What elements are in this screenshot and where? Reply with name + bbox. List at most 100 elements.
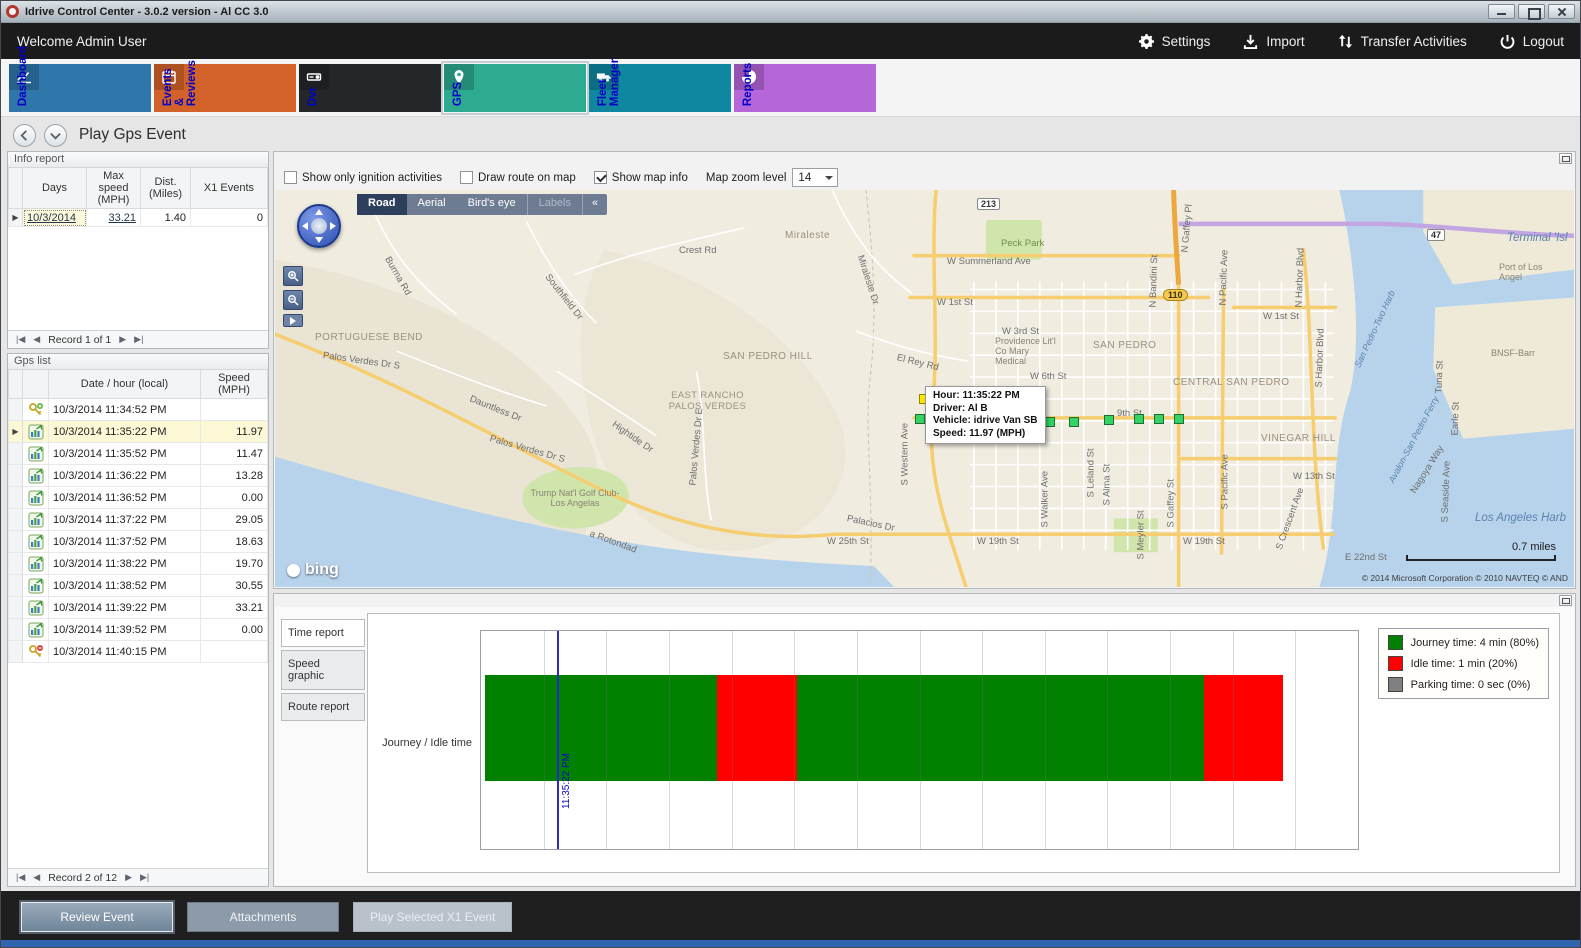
gps-column-header[interactable]: Speed (MPH) <box>201 370 268 399</box>
minimize-button[interactable] <box>1488 4 1515 19</box>
pager-prev-button[interactable]: ◀ <box>33 872 40 883</box>
time-report-chart: Journey / Idle time 11:35:22 PM Journey … <box>367 613 1560 873</box>
close-button[interactable] <box>1548 4 1575 19</box>
nav-tab-dvr[interactable]: Dvr <box>299 64 441 112</box>
pager-prev-button[interactable]: ◀ <box>33 334 40 345</box>
gps-column-header[interactable]: Date / hour (local) <box>49 370 201 399</box>
settings-button[interactable]: Settings <box>1138 33 1211 50</box>
tooltip-line: Hour: 11:35:22 PM <box>933 390 1038 403</box>
row-indicator-icon: ▶ <box>9 209 23 227</box>
map-canvas[interactable]: MiralestePeck ParkW Summerland AveCrest … <box>275 190 1574 587</box>
pager-next-button[interactable]: ▶ <box>119 334 126 345</box>
info-column-header[interactable]: Dist. (Miles) <box>141 168 191 209</box>
max-speed-cell[interactable]: 33.21 <box>87 209 141 227</box>
gps-row[interactable]: 10/3/2014 11:34:52 PM <box>9 399 268 421</box>
tooltip-line: Driver: Al B <box>933 403 1038 416</box>
gps-row[interactable]: 10/3/2014 11:37:52 PM18.63 <box>9 531 268 553</box>
checkbox-show-only-ignition-activities[interactable]: Show only ignition activities <box>284 171 442 184</box>
info-column-header[interactable]: Max speed (MPH) <box>87 168 141 209</box>
map-zoom-select[interactable]: 14 <box>792 168 838 187</box>
pager-first-button[interactable]: |◀ <box>16 872 25 883</box>
gps-point-marker[interactable] <box>915 414 925 424</box>
gridline <box>1170 631 1171 849</box>
map-label: SAN PEDRO <box>1093 340 1156 351</box>
row-indicator-icon <box>9 575 23 597</box>
pager-last-button[interactable]: ▶| <box>140 872 149 883</box>
map-controls-expand-button[interactable] <box>283 314 303 327</box>
pan-east-icon <box>330 222 336 230</box>
chart-collapse-button[interactable] <box>1559 595 1572 606</box>
report-tab-speed-graphic[interactable]: Speed graphic <box>281 650 365 690</box>
gps-row[interactable]: 10/3/2014 11:39:22 PM33.21 <box>9 597 268 619</box>
gps-row[interactable]: 10/3/2014 11:37:22 PM29.05 <box>9 509 268 531</box>
expand-down-button[interactable] <box>44 124 67 147</box>
row-indicator-icon <box>9 399 23 421</box>
map-label: S Walker Ave <box>1040 471 1051 528</box>
report-tab-time-report[interactable]: Time report <box>281 619 365 647</box>
map-view-tab-bird-s-eye[interactable]: Bird's eye <box>457 194 527 215</box>
gps-row[interactable]: 10/3/2014 11:38:22 PM19.70 <box>9 553 268 575</box>
zoom-out-button[interactable] <box>283 290 303 310</box>
compass-center <box>311 218 327 234</box>
map-toolbar: Show only ignition activities Draw route … <box>274 165 1575 190</box>
gps-row[interactable]: 10/3/2014 11:40:15 PM <box>9 641 268 663</box>
back-button[interactable] <box>13 124 36 147</box>
gps-point-marker[interactable] <box>1134 414 1144 424</box>
gps-point-marker[interactable] <box>1154 414 1164 424</box>
row-indicator-icon <box>9 553 23 575</box>
gps-row[interactable]: 10/3/2014 11:36:52 PM0.00 <box>9 487 268 509</box>
nav-tab-events-reviews[interactable]: Events & Reviews <box>154 64 296 112</box>
days-cell[interactable]: 10/3/2014 <box>23 209 87 227</box>
import-label: Import <box>1266 34 1304 49</box>
map-view-tab-aerial[interactable]: Aerial <box>407 194 457 215</box>
gps-event-icon <box>23 553 49 575</box>
gps-point-marker[interactable] <box>1174 414 1184 424</box>
legend-label: Parking time: 0 sec (0%) <box>1411 679 1531 691</box>
checkbox-show-map-info[interactable]: Show map info <box>594 171 688 184</box>
review-event-button[interactable]: Review Event <box>21 902 173 932</box>
gps-datetime-cell: 10/3/2014 11:37:22 PM <box>49 509 201 531</box>
nav-tab-dashboard[interactable]: Dashboard <box>9 64 151 112</box>
map-label: W 1st St <box>937 297 973 308</box>
nav-tab-reports[interactable]: Reports <box>734 64 876 112</box>
info-column-header[interactable]: Days <box>23 168 87 209</box>
nav-tab-label: Reports <box>742 90 754 106</box>
chart-body: Time report Speed graphic Route report Jou… <box>275 607 1574 885</box>
info-report-row[interactable]: ▶10/3/201433.211.400 <box>9 209 268 227</box>
map-label: BNSF-Barr <box>1491 348 1555 358</box>
map-label: W 19th St <box>977 536 1019 547</box>
row-indicator-icon <box>9 487 23 509</box>
pager-last-button[interactable]: ▶| <box>134 334 143 345</box>
map-view-tab-road[interactable]: Road <box>357 194 407 215</box>
report-tab-route-report[interactable]: Route report <box>281 693 365 721</box>
gps-datetime-cell: 10/3/2014 11:34:52 PM <box>49 399 201 421</box>
gps-row[interactable]: 10/3/2014 11:35:52 PM11.47 <box>9 443 268 465</box>
gps-row[interactable]: 10/3/2014 11:36:22 PM13.28 <box>9 465 268 487</box>
map-compass-control[interactable] <box>297 204 341 248</box>
map-view-tab-labels[interactable]: Labels <box>527 194 582 215</box>
map-collapse-button[interactable] <box>1559 153 1572 164</box>
info-column-header[interactable]: X1 Events <box>191 168 268 209</box>
pager-next-button[interactable]: ▶ <box>125 872 132 883</box>
gps-point-marker[interactable] <box>1045 417 1055 427</box>
map-view-tabs-collapse-button[interactable]: « <box>582 194 607 215</box>
maximize-button[interactable] <box>1518 4 1545 19</box>
transfer-button[interactable]: Transfer Activities <box>1337 33 1467 50</box>
gps-point-marker[interactable] <box>1069 417 1079 427</box>
row-indicator-icon <box>9 619 23 641</box>
icon-column-header <box>23 370 49 399</box>
pager-first-button[interactable]: |◀ <box>16 334 25 345</box>
logout-button[interactable]: Logout <box>1499 33 1564 50</box>
gps-row[interactable]: ▶10/3/2014 11:35:22 PM11.97 <box>9 421 268 443</box>
nav-tab-fleet-manager[interactable]: Fleet Manager <box>589 64 731 112</box>
nav-tab-gps[interactable]: GPS <box>444 64 586 112</box>
map-scale-bar <box>1406 555 1556 561</box>
gps-point-marker[interactable] <box>1104 415 1114 425</box>
zoom-in-button[interactable] <box>283 266 303 286</box>
import-button[interactable]: Import <box>1242 33 1304 50</box>
attachments-button[interactable]: Attachments <box>187 902 339 932</box>
gps-row[interactable]: 10/3/2014 11:38:52 PM30.55 <box>9 575 268 597</box>
checkbox-draw-route-on-map[interactable]: Draw route on map <box>460 171 576 184</box>
legend-label: Journey time: 4 min (80%) <box>1411 637 1539 649</box>
gps-row[interactable]: 10/3/2014 11:39:52 PM0.00 <box>9 619 268 641</box>
